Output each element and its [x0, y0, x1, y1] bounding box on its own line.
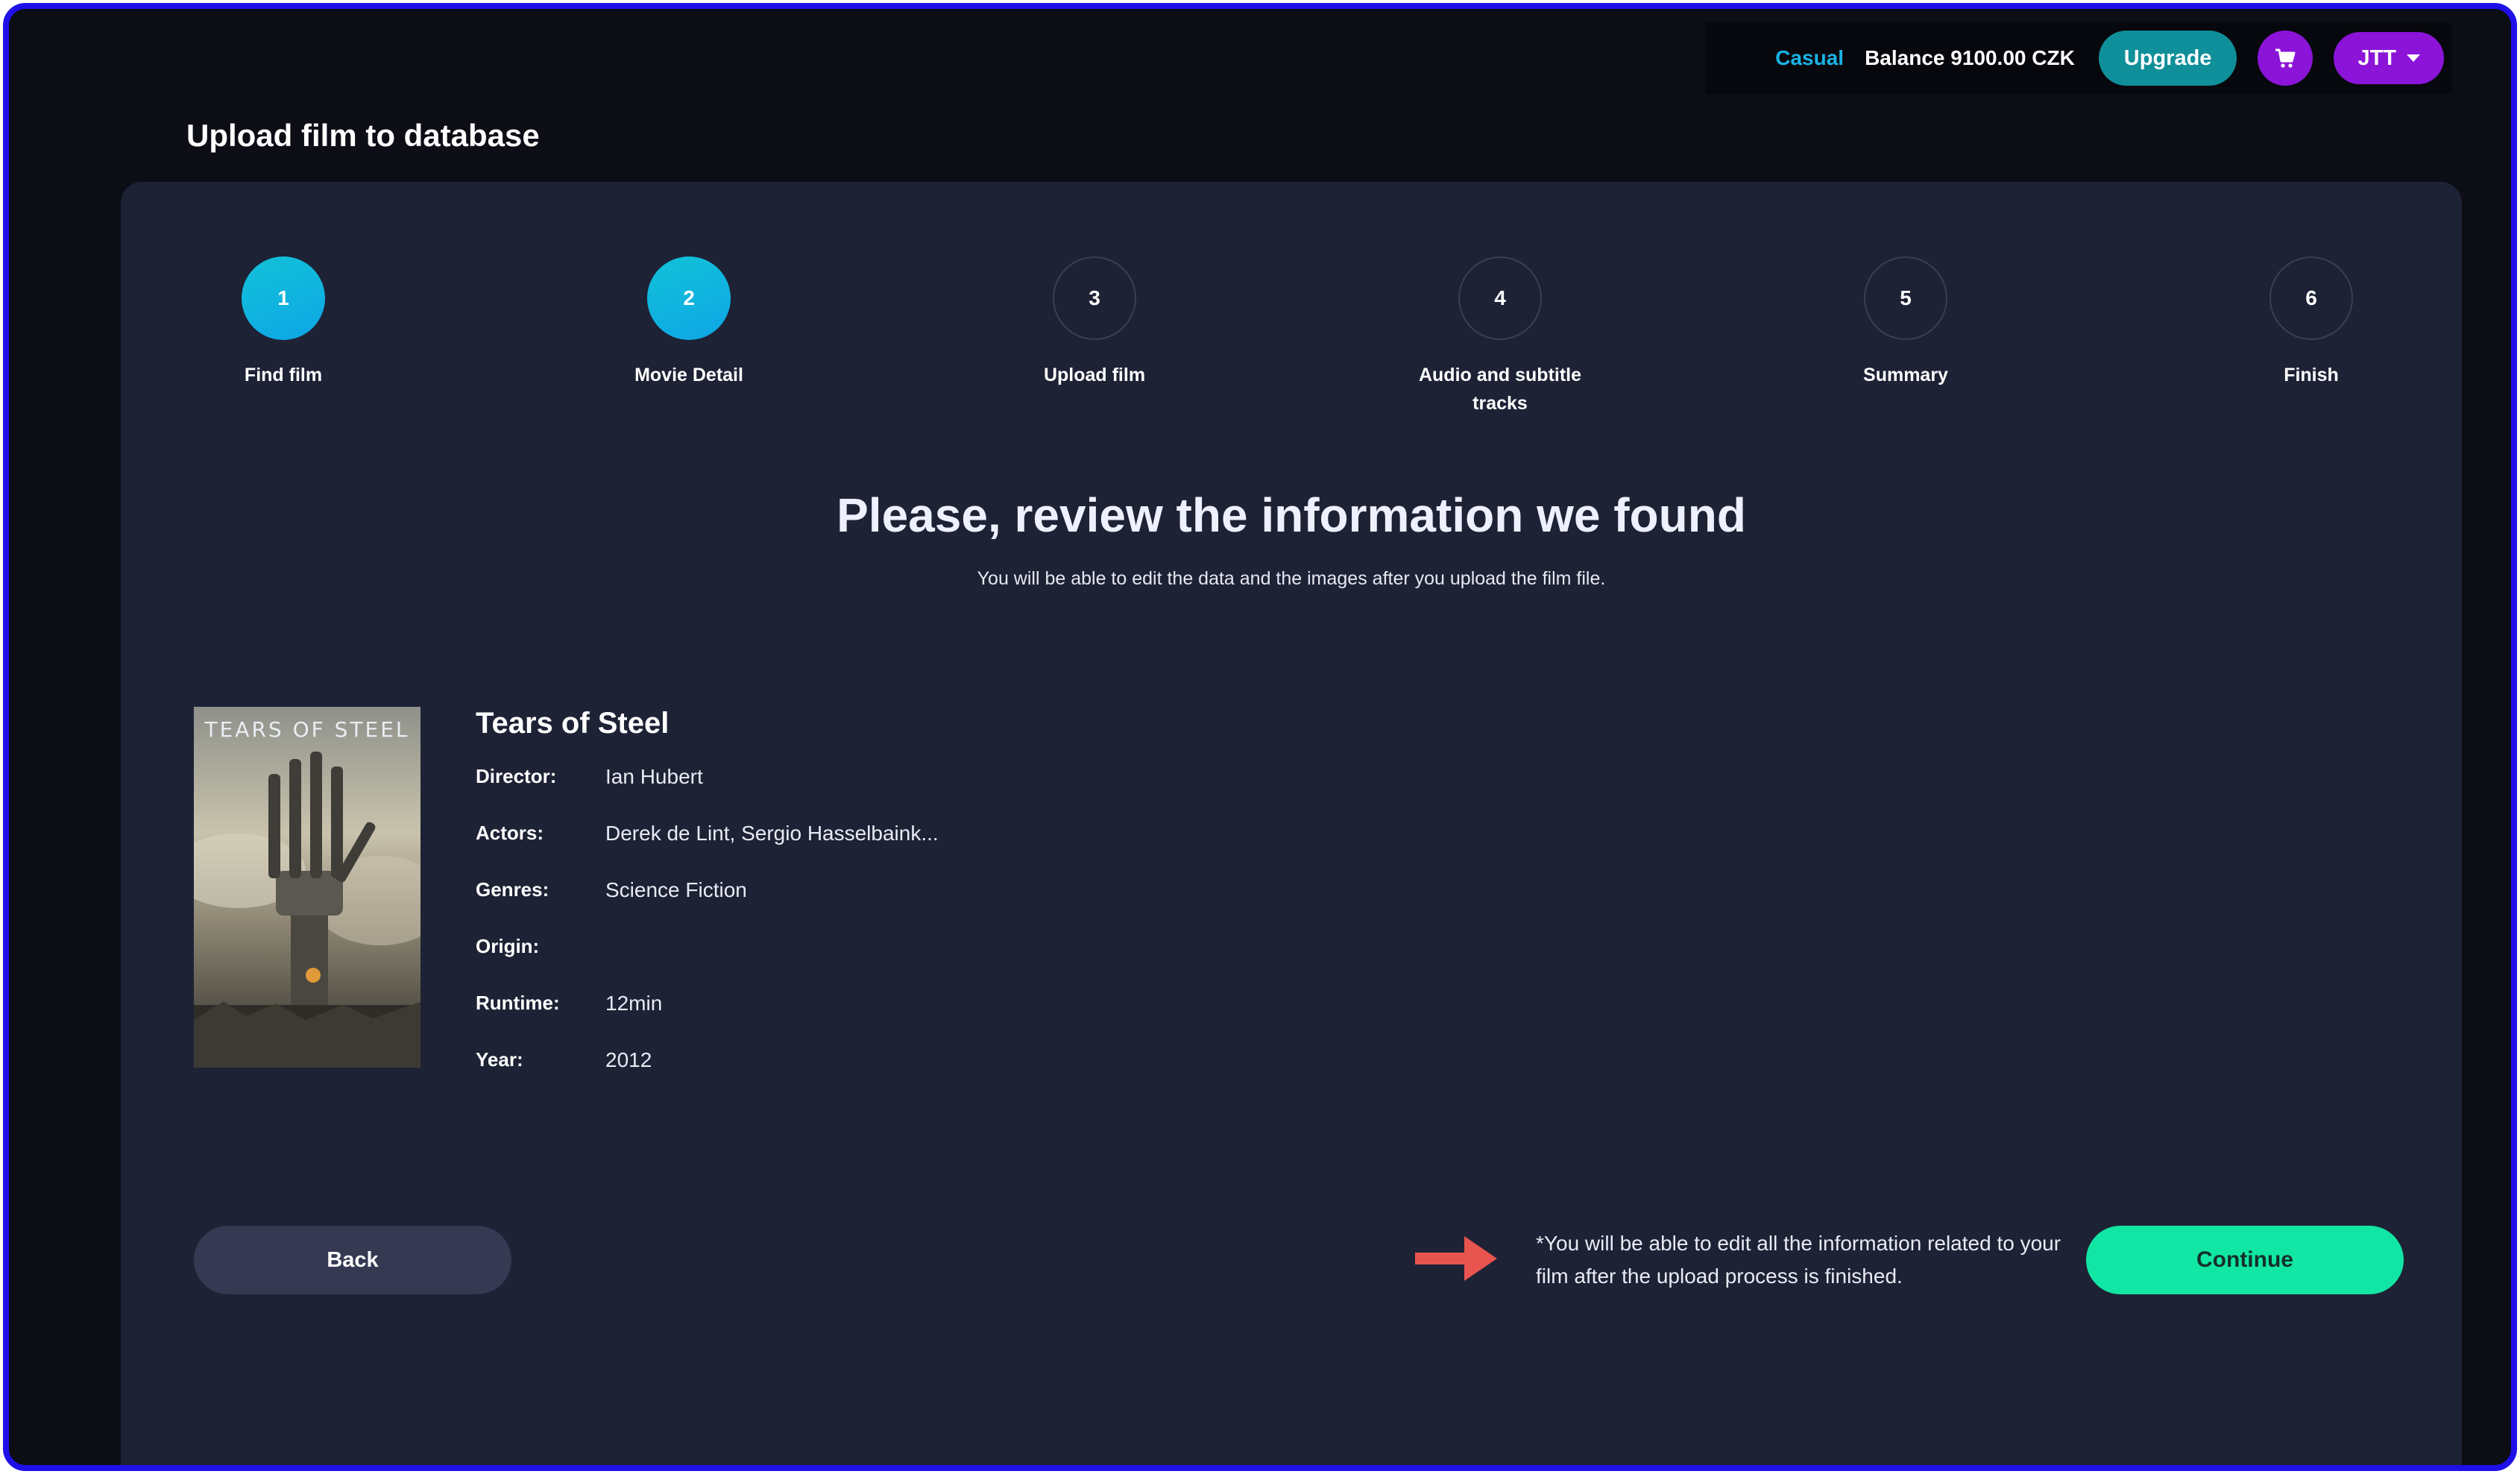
chevron-down-icon	[2407, 54, 2420, 62]
step-number: 4	[1458, 256, 1542, 340]
step-label: Movie Detail	[634, 365, 743, 385]
step-label: Summary	[1863, 365, 1948, 385]
step-number: 6	[2269, 256, 2353, 340]
step-label: Upload film	[1043, 365, 1146, 385]
step-summary: 5 Summary	[1779, 256, 2032, 389]
detail-row-runtime: Runtime: 12min	[476, 992, 939, 1048]
step-upload-film: 3 Upload film	[968, 256, 1221, 389]
upgrade-button[interactable]: Upgrade	[2098, 31, 2237, 86]
detail-row-origin: Origin:	[476, 935, 939, 992]
detail-key: Genres:	[476, 878, 549, 901]
film-poster: TEARS OF STEEL	[194, 707, 420, 1068]
step-movie-detail: 2 Movie Detail	[562, 256, 816, 389]
detail-row-director: Director: Ian Hubert	[476, 765, 939, 822]
app-window: Casual Balance 9100.00 CZK Upgrade JTT U…	[3, 3, 2517, 1471]
top-bar: Casual Balance 9100.00 CZK Upgrade JTT	[1706, 22, 2451, 94]
detail-row-actors: Actors: Derek de Lint, Sergio Hasselbain…	[476, 822, 939, 878]
upload-panel: 1 Find film 2 Movie Detail 3 Upload film…	[121, 182, 2462, 1465]
detail-key: Director:	[476, 765, 557, 787]
cart-icon	[2275, 48, 2296, 68]
step-label: Audio and subtitle tracks	[1418, 365, 1582, 414]
review-heading: Please, review the information we found	[837, 488, 1746, 542]
review-subheading: You will be able to edit the data and th…	[977, 568, 1606, 589]
step-finish: 6 Finish	[2184, 256, 2438, 389]
detail-value: 2012	[605, 1048, 652, 1071]
detail-value: Science Fiction	[605, 878, 747, 901]
step-label: Finish	[2284, 365, 2339, 385]
detail-key: Year:	[476, 1048, 523, 1071]
step-number: 5	[1864, 256, 1947, 340]
detail-value: 12min	[605, 992, 663, 1015]
continue-button[interactable]: Continue	[2086, 1226, 2404, 1294]
upload-note: *You will be able to edit all the inform…	[1536, 1232, 2061, 1288]
detail-row-year: Year: 2012	[476, 1048, 939, 1105]
detail-key: Actors:	[476, 822, 544, 844]
film-title: Tears of Steel	[476, 707, 670, 740]
film-details: Director: Ian Hubert Actors: Derek de Li…	[476, 765, 939, 1105]
detail-key: Origin:	[476, 935, 540, 957]
page-title: Upload film to database	[186, 118, 540, 153]
user-initials: JTT	[2357, 45, 2396, 70]
user-menu-button[interactable]: JTT	[2334, 32, 2444, 84]
step-number: 3	[1053, 256, 1136, 340]
detail-key: Runtime:	[476, 992, 560, 1014]
step-find-film: 1 Find film	[157, 256, 410, 389]
arrow-right-icon	[1415, 1236, 1497, 1281]
detail-value: Derek de Lint, Sergio Hasselbaink...	[605, 822, 939, 845]
step-number: 1	[242, 256, 325, 340]
cart-button[interactable]	[2258, 31, 2313, 86]
detail-row-genres: Genres: Science Fiction	[476, 878, 939, 935]
poster-title-text: TEARS OF STEEL	[204, 717, 410, 742]
poster-art	[194, 707, 420, 1068]
back-button[interactable]: Back	[194, 1226, 511, 1294]
detail-value: Ian Hubert	[605, 765, 703, 788]
plan-label[interactable]: Casual	[1775, 46, 1844, 70]
step-label: Find film	[244, 365, 323, 385]
balance-label: Balance 9100.00 CZK	[1865, 46, 2075, 69]
step-audio-subtitle-tracks: 4 Audio and subtitle tracks	[1373, 256, 1627, 418]
step-number: 2	[647, 256, 731, 340]
